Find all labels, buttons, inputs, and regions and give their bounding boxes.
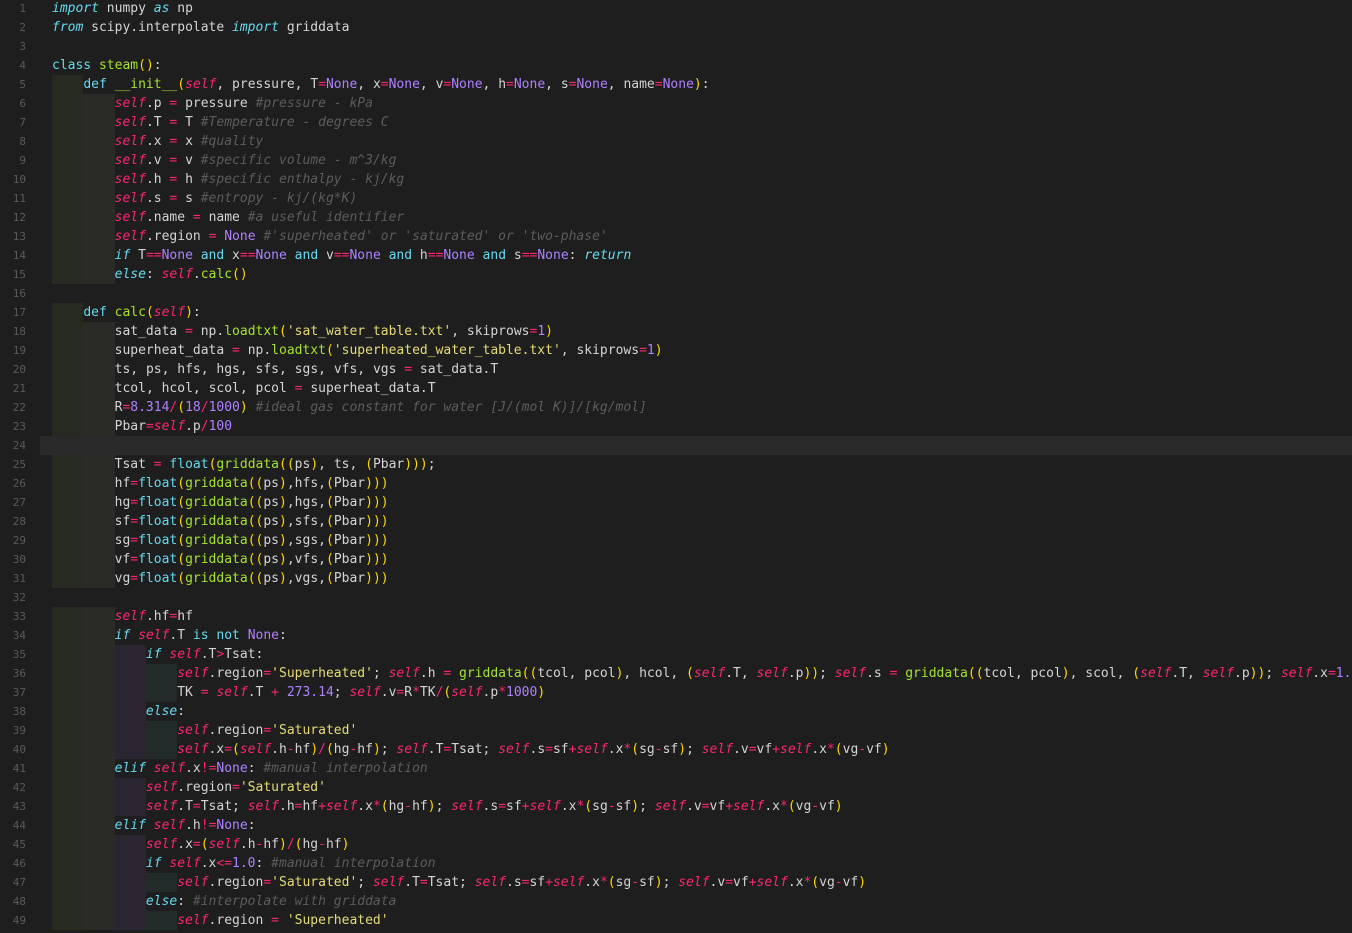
line-number: 20 — [12, 363, 26, 376]
line-number: 39 — [12, 724, 26, 737]
code-line[interactable]: def __init__(self, pressure, T=None, x=N… — [52, 75, 709, 94]
line-number: 47 — [12, 876, 26, 889]
line-number: 28 — [12, 515, 26, 528]
line-number: 1 — [19, 2, 26, 15]
code-line[interactable]: vg=float(griddata((ps),vgs,(Pbar))) — [52, 569, 389, 588]
line-number: 11 — [12, 192, 26, 205]
line-number-gutter: 1 2 3 4 5 6 7 8 9 10 11 12 13 14 15 16 17 18 19 20 21 22 23 24 2… — [0, 0, 38, 933]
code-line[interactable]: sg=float(griddata((ps),sgs,(Pbar))) — [52, 531, 389, 550]
code-line[interactable]: hf=float(griddata((ps),hfs,(Pbar))) — [52, 474, 389, 493]
line-number: 48 — [12, 895, 26, 908]
code-line[interactable]: Pbar=self.p/100 — [52, 417, 232, 436]
code-line[interactable]: else: — [52, 702, 185, 721]
code-line[interactable]: self.h = h #specific enthalpy - kj/kg — [52, 170, 405, 189]
line-number: 16 — [12, 287, 26, 300]
code-line[interactable]: ts, ps, hfs, hgs, sfs, sgs, vfs, vgs = s… — [52, 360, 499, 379]
code-editor[interactable]: 1 2 3 4 5 6 7 8 9 10 11 12 13 14 15 16 17 18 19 20 21 22 23 24 2… — [0, 0, 1352, 933]
line-number: 24 — [12, 439, 26, 452]
code-line[interactable]: self.T=Tsat; self.h=hf+self.x*(hg-hf); s… — [52, 797, 843, 816]
code-line[interactable]: self.x=(self.h-hf)/(hg-hf) — [52, 835, 350, 854]
line-number: 18 — [12, 325, 26, 338]
code-line[interactable]: def calc(self): — [52, 303, 200, 322]
code-line[interactable]: if self.T>Tsat: — [52, 645, 263, 664]
line-number: 32 — [12, 591, 26, 604]
code-line[interactable]: R=8.314/(18/1000) #ideal gas constant fo… — [52, 398, 647, 417]
line-number: 43 — [12, 800, 26, 813]
current-line-highlight — [40, 436, 1352, 455]
code-line[interactable]: self.T = T #Temperature - degrees C — [52, 113, 389, 132]
code-line[interactable]: self.x = x #quality — [52, 132, 264, 151]
line-number: 33 — [12, 610, 26, 623]
code-line[interactable]: self.s = s #entropy - kj/(kg*K) — [52, 189, 358, 208]
code-line[interactable]: else: #interpolate with griddata — [52, 892, 396, 911]
line-number: 2 — [19, 21, 26, 34]
line-number: 21 — [12, 382, 26, 395]
line-number: 31 — [12, 572, 26, 585]
line-number: 34 — [12, 629, 26, 642]
line-number: 45 — [12, 838, 26, 851]
code-line[interactable]: superheat_data = np.loadtxt('superheated… — [52, 341, 663, 360]
line-number: 40 — [12, 743, 26, 756]
line-number: 35 — [12, 648, 26, 661]
code-line[interactable]: self.hf=hf — [52, 607, 193, 626]
line-number: 19 — [12, 344, 26, 357]
code-line[interactable]: elif self.h!=None: — [52, 816, 256, 835]
code-line[interactable]: self.p = pressure #pressure - kPa — [52, 94, 373, 113]
line-number: 37 — [12, 686, 26, 699]
code-line[interactable]: TK = self.T + 273.14; self.v=R*TK/(self.… — [52, 683, 545, 702]
code-line[interactable]: self.region='Superheated'; self.h = grid… — [52, 664, 1352, 683]
line-number: 14 — [12, 249, 26, 262]
line-number: 25 — [12, 458, 26, 471]
line-number: 23 — [12, 420, 26, 433]
line-number: 41 — [12, 762, 26, 775]
code-line[interactable]: sat_data = np.loadtxt('sat_water_table.t… — [52, 322, 553, 341]
line-number: 44 — [12, 819, 26, 832]
line-number: 49 — [12, 914, 26, 927]
code-line[interactable]: self.v = v #specific volume - m^3/kg — [52, 151, 397, 170]
line-number: 8 — [19, 135, 26, 148]
line-number: 9 — [19, 154, 26, 167]
code-line[interactable]: elif self.x!=None: #manual interpolation — [52, 759, 428, 778]
line-number: 17 — [12, 306, 26, 319]
code-line[interactable]: Tsat = float(griddata((ps), ts, (Pbar)))… — [52, 455, 436, 474]
line-number: 46 — [12, 857, 26, 870]
code-line[interactable]: if self.T is not None: — [52, 626, 287, 645]
code-line[interactable]: sf=float(griddata((ps),sfs,(Pbar))) — [52, 512, 389, 531]
code-line[interactable]: if T==None and x==None and v==None and h… — [52, 246, 632, 265]
line-number: 29 — [12, 534, 26, 547]
line-number: 13 — [12, 230, 26, 243]
line-number: 12 — [12, 211, 26, 224]
line-number: 36 — [12, 667, 26, 680]
line-number: 7 — [19, 116, 26, 129]
code-line[interactable]: self.region='Saturated' — [52, 778, 326, 797]
code-line[interactable]: self.region='Saturated' — [52, 721, 357, 740]
code-line[interactable]: import numpy as np — [52, 0, 193, 18]
code-line[interactable]: self.name = name #a useful identifier — [52, 208, 405, 227]
line-number: 3 — [19, 40, 26, 53]
code-line[interactable]: self.region='Saturated'; self.T=Tsat; se… — [52, 873, 866, 892]
line-number: 38 — [12, 705, 26, 718]
code-line[interactable]: self.region = 'Superheated' — [52, 911, 388, 930]
code-line[interactable]: from scipy.interpolate import griddata — [52, 18, 349, 37]
code-line[interactable]: else: self.calc() — [52, 265, 248, 284]
code-line[interactable]: hg=float(griddata((ps),hgs,(Pbar))) — [52, 493, 389, 512]
line-number: 22 — [12, 401, 26, 414]
line-number: 10 — [12, 173, 26, 186]
code-line[interactable]: tcol, hcol, scol, pcol = superheat_data.… — [52, 379, 436, 398]
line-number: 5 — [19, 78, 26, 91]
line-number: 15 — [12, 268, 26, 281]
line-number: 30 — [12, 553, 26, 566]
line-number: 4 — [19, 59, 26, 72]
code-line[interactable]: self.region = None #'superheated' or 'sa… — [52, 227, 608, 246]
line-number: 6 — [19, 97, 26, 110]
code-line[interactable]: class steam(): — [52, 56, 162, 75]
code-line[interactable]: if self.x<=1.0: #manual interpolation — [52, 854, 436, 873]
line-number: 27 — [12, 496, 26, 509]
line-number: 42 — [12, 781, 26, 794]
code-line[interactable]: vf=float(griddata((ps),vfs,(Pbar))) — [52, 550, 389, 569]
code-line[interactable]: self.x=(self.h-hf)/(hg-hf); self.T=Tsat;… — [52, 740, 889, 759]
line-number: 26 — [12, 477, 26, 490]
